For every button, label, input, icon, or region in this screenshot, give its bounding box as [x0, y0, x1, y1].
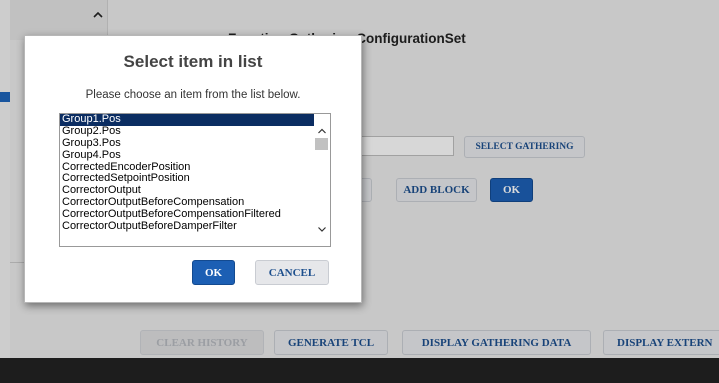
item-listbox[interactable]: Group1.Pos Group2.Pos Group3.Pos Group4.… — [59, 113, 331, 247]
list-item[interactable]: CorrectedEncoderPosition — [60, 162, 314, 174]
scroll-down-icon[interactable] — [317, 224, 327, 234]
list-item[interactable]: CorrectorOutputBeforeCompensation — [60, 197, 314, 209]
list-item[interactable]: CorrectorOutputBeforeDamperFilter — [60, 221, 314, 233]
dialog-ok-button[interactable]: OK — [192, 260, 235, 285]
list-item[interactable]: Group3.Pos — [60, 138, 314, 150]
list-item[interactable]: CorrectedSetpointPosition — [60, 173, 314, 185]
select-item-dialog: Select item in list Please choose an ite… — [24, 35, 362, 303]
list-items: Group1.Pos Group2.Pos Group3.Pos Group4.… — [60, 114, 314, 233]
list-scrollbar[interactable] — [314, 114, 330, 246]
dialog-subtitle: Please choose an item from the list belo… — [85, 89, 301, 101]
dialog-title: Select item in list — [123, 52, 263, 71]
list-item[interactable]: Group1.Pos — [60, 114, 314, 126]
list-item[interactable]: Group4.Pos — [60, 150, 314, 162]
list-item[interactable]: Group2.Pos — [60, 126, 314, 138]
list-item[interactable]: CorrectorOutputBeforeCompensationFiltere… — [60, 209, 314, 221]
scroll-up-icon[interactable] — [317, 126, 327, 136]
list-item[interactable]: CorrectorOutput — [60, 185, 314, 197]
scroll-thumb[interactable] — [315, 138, 328, 150]
dialog-cancel-button[interactable]: CANCEL — [255, 260, 329, 285]
